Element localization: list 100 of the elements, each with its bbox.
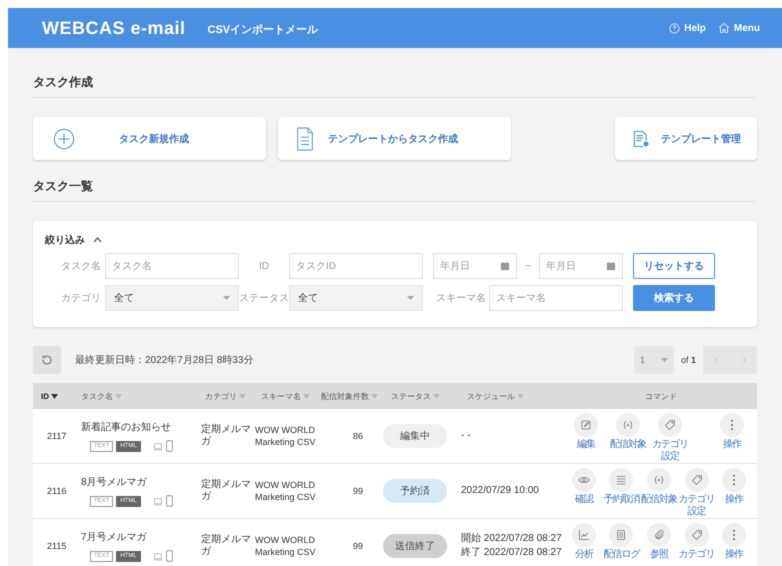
command-button[interactable]: カテゴリ設定 — [649, 413, 691, 463]
sort-caret-icon[interactable] — [51, 394, 58, 398]
category-cell-text: 定期メルマガ — [200, 479, 251, 503]
home-icon — [718, 22, 730, 34]
calendar-icon — [606, 261, 616, 271]
action-card-button[interactable]: タスク新規作成 — [33, 117, 266, 160]
plus-circle-icon — [53, 128, 75, 150]
kebab-icon — [732, 474, 736, 486]
task-name[interactable]: 8月号メルマガ — [81, 475, 197, 489]
app-title: CSVインポートメール — [208, 23, 318, 37]
task-name[interactable]: 7月号メルマガ — [81, 530, 197, 544]
date-field[interactable]: 年月日 — [433, 253, 517, 279]
phone-icon — [166, 550, 173, 562]
task-name[interactable]: 新着記事のお知らせ — [81, 420, 197, 434]
operations-button[interactable]: 操作 — [715, 468, 753, 506]
column-header[interactable]: コマンド — [645, 390, 677, 402]
schema-cell-text: WOW WORLD Marketing CSV — [254, 479, 317, 503]
command-button[interactable]: 参照 — [640, 523, 678, 561]
chevron-left-icon — [712, 355, 720, 365]
column-header[interactable]: ステータス — [391, 390, 431, 402]
brackets-icon — [652, 474, 665, 486]
column-header[interactable]: 配信対象件数 — [321, 390, 369, 402]
status-pill: 編集中 — [383, 424, 447, 448]
operations-button[interactable]: 操作 — [711, 413, 753, 451]
action-card-button[interactable]: テンプレートからタスク作成 — [278, 117, 511, 160]
status-pill: 送信終了 — [383, 534, 447, 558]
category-cell-text: 定期メルマガ — [200, 534, 251, 558]
schedule-text: 2022/07/29 10:00 — [460, 484, 540, 498]
column-header[interactable]: カテゴリ — [205, 390, 237, 402]
field-label: タスク名 — [60, 260, 102, 273]
search-button[interactable]: 検索する — [633, 285, 715, 311]
task-id-field[interactable]: タスクID — [289, 253, 423, 279]
field-label: ID — [258, 260, 270, 272]
field-label: スキーマ名 — [435, 292, 487, 305]
command-button[interactable]: 配信対象 — [640, 468, 678, 506]
command-button[interactable]: カテゴリ — [678, 523, 716, 561]
phone-icon — [166, 495, 173, 507]
document-icon — [294, 126, 316, 152]
tag-icon — [690, 529, 703, 541]
column-header[interactable]: ID — [41, 392, 49, 400]
tag-icon — [690, 474, 703, 486]
dropdown-caret-icon — [660, 358, 668, 362]
menu-link[interactable]: Menu — [718, 22, 760, 34]
date-field[interactable]: 年月日 — [539, 253, 623, 279]
previous-page-button[interactable] — [712, 355, 720, 365]
next-page-button[interactable] — [740, 355, 748, 365]
command-button[interactable]: 予約取消 — [602, 468, 640, 506]
document-gear-icon — [631, 128, 651, 148]
calendar-icon — [500, 261, 510, 271]
filter-title: 絞り込み — [45, 233, 85, 247]
command-button[interactable]: 配信対象 — [607, 413, 649, 451]
id-cell-text: 2117 — [46, 431, 68, 441]
task-name-field[interactable]: タスク名 — [105, 253, 239, 279]
command-button[interactable]: カテゴリ設定 — [678, 468, 716, 518]
action-card-button[interactable]: テンプレート管理 — [615, 117, 757, 160]
laptop-icon — [152, 497, 164, 507]
section-heading: タスク作成 — [33, 48, 757, 98]
paperclip-icon — [652, 529, 665, 541]
dropdown-caret-icon — [407, 296, 414, 300]
status-pill: 予約済 — [383, 479, 447, 503]
schedule-text: - - — [460, 429, 472, 443]
command-button[interactable]: 編集 — [565, 413, 607, 451]
last-updated-text: 最終更新日時：2022年7月28日 8時33分 — [75, 354, 254, 367]
schedule-text: 終了 2022/07/28 08:27 — [460, 546, 563, 560]
field-label: カテゴリ — [60, 292, 102, 305]
chevron-up-icon[interactable] — [93, 237, 102, 243]
edit-icon — [580, 419, 592, 431]
status-select[interactable]: 全て — [289, 285, 423, 311]
kebab-icon — [730, 419, 734, 431]
schema-name-field[interactable]: スキーマ名 — [489, 285, 623, 311]
refresh-icon — [41, 354, 53, 366]
schema-cell-text: WOW WORLD Marketing CSV — [254, 424, 317, 448]
field-label: ステータス — [239, 292, 289, 305]
count-cell-text: 99 — [352, 486, 364, 496]
command-button[interactable]: 分析 — [565, 523, 603, 561]
command-button[interactable]: 確認 — [565, 468, 603, 506]
help-link[interactable]: Help — [669, 22, 706, 34]
page-total: of 1 — [680, 355, 696, 365]
id-cell-text: 2115 — [46, 541, 68, 551]
column-header[interactable]: スケジュール — [467, 390, 515, 402]
count-cell-text: 86 — [352, 431, 364, 441]
category-select[interactable]: 全て — [105, 285, 239, 311]
dropdown-caret-icon — [223, 296, 230, 300]
schedule-text: 開始 2022/07/28 08:27 — [460, 532, 563, 546]
refresh-button[interactable] — [33, 346, 61, 374]
tag-icon — [664, 419, 676, 431]
laptop-icon — [152, 552, 164, 562]
page-select[interactable]: 1 — [634, 346, 674, 374]
count-cell-text: 99 — [352, 541, 364, 551]
eye-icon — [578, 474, 590, 486]
section-heading: タスク一覧 — [33, 160, 757, 202]
operations-button[interactable]: 操作 — [715, 523, 753, 561]
command-button[interactable]: 配信ログ — [602, 523, 640, 561]
column-header[interactable]: スキーマ名 — [261, 390, 301, 402]
column-header[interactable]: タスク名 — [81, 390, 113, 402]
kebab-icon — [732, 529, 736, 541]
category-cell-text: 定期メルマガ — [200, 424, 251, 448]
brackets-icon — [622, 419, 634, 431]
reset-button[interactable]: リセットする — [633, 253, 715, 279]
chevron-right-icon — [740, 355, 748, 365]
